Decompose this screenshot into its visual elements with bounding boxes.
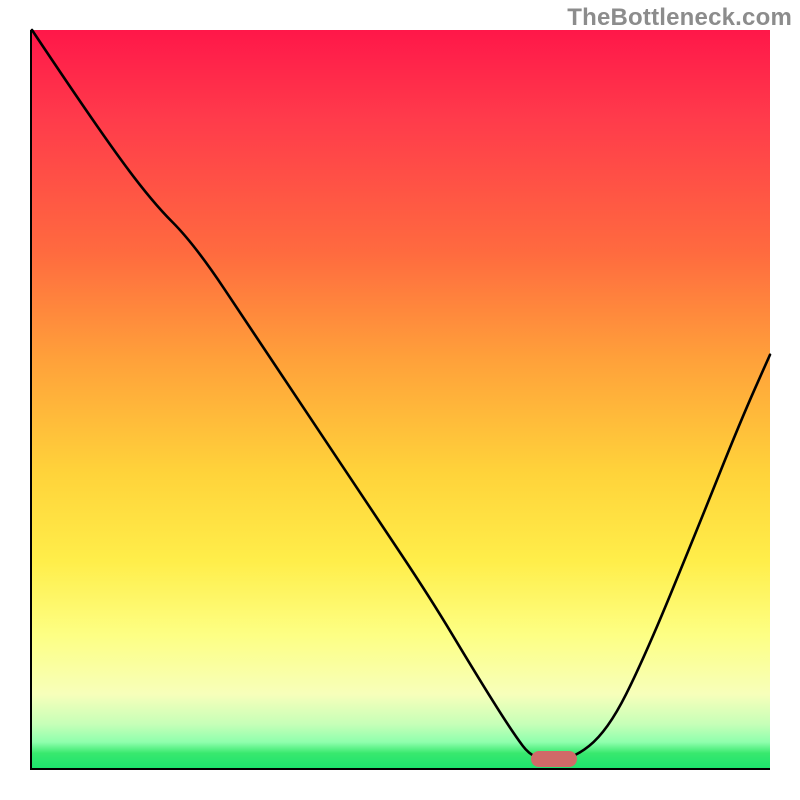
watermark-text: TheBottleneck.com [567, 4, 792, 32]
bottleneck-curve-path [32, 30, 770, 761]
optimal-marker [531, 751, 577, 767]
bottleneck-chart: TheBottleneck.com [0, 0, 800, 800]
curve-layer [32, 30, 770, 768]
plot-area [30, 30, 770, 770]
